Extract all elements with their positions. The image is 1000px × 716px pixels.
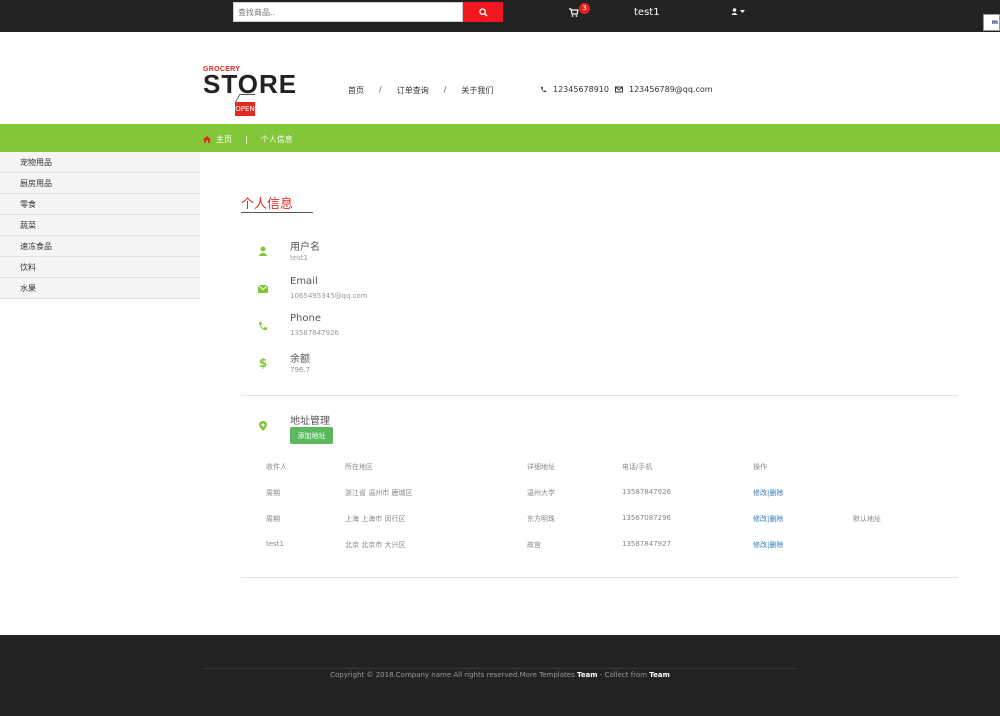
phone-icon: [256, 319, 270, 333]
user-icon: [256, 244, 270, 258]
sidebar-item-frozen[interactable]: 速冻食品: [0, 236, 200, 257]
footer-text-mid: - Collect from: [597, 671, 650, 679]
title-underline: [241, 212, 313, 213]
footer-team-link[interactable]: Team: [577, 671, 598, 679]
sidebar-item-kitchen[interactable]: 厨房用品: [0, 173, 200, 194]
sidebar-item-snacks[interactable]: 零食: [0, 194, 200, 215]
footer: Copyright © 2018.Company name All rights…: [0, 635, 1000, 716]
cell-detail: 温州大学: [527, 489, 555, 497]
footer-text-prefix: Copyright © 2018.Company name All rights…: [330, 671, 577, 679]
section-divider: [241, 395, 958, 396]
cell-phone: 13587847927: [622, 540, 671, 548]
edit-delete-link[interactable]: 修改|删除: [753, 540, 783, 550]
sidebar-item-drinks[interactable]: 饮料: [0, 257, 200, 278]
top-bar: 3 test1 m: [0, 0, 1000, 32]
address-title: 地址管理: [290, 416, 330, 427]
nav-separator: /: [443, 85, 447, 94]
floating-widget[interactable]: m: [983, 14, 1000, 31]
cart-icon: [569, 8, 579, 17]
user-icon: [731, 8, 738, 15]
table-header-phone: 电话/手机: [622, 463, 653, 471]
cell-recipient: 周期: [266, 489, 280, 497]
phone-icon: [540, 86, 547, 93]
footer-divider: [203, 668, 797, 669]
edit-delete-link[interactable]: 修改|删除: [753, 514, 783, 524]
nav-orders[interactable]: 订单查询: [397, 85, 429, 96]
cell-detail: 东方明珠: [527, 515, 555, 523]
cell-phone: 13587847926: [622, 488, 671, 496]
cell-region: 北京 北京市 大兴区: [345, 541, 406, 549]
cell-region: 上海 上海市 闵行区: [345, 515, 406, 523]
dollar-icon: $: [258, 356, 268, 370]
user-menu-toggle[interactable]: [731, 8, 745, 15]
breadcrumb: 主页 | 个人信息: [203, 134, 293, 145]
table-header-recipient: 收件人: [266, 463, 287, 471]
info-label: 用户名: [290, 242, 320, 253]
nav-about[interactable]: 关于我们: [461, 85, 493, 96]
phone-number: 12345678910: [553, 85, 609, 94]
cell-detail: 故宫: [527, 541, 541, 549]
breadcrumb-current: 个人信息: [260, 135, 293, 144]
sidebar-item-fruit[interactable]: 水果: [0, 278, 200, 299]
breadcrumb-separator: |: [245, 135, 248, 144]
nav-separator: /: [379, 85, 382, 94]
category-sidebar: 宠物用品 厨房用品 零食 蔬菜 速冻食品 饮料 水果: [0, 152, 200, 299]
logo-main-text: STORE: [203, 69, 298, 99]
page-title: 个人信息: [241, 197, 294, 212]
main-nav: 首页 / 订单查询 / 关于我们: [348, 85, 493, 96]
search-icon: [478, 7, 488, 17]
info-value: 796.7: [290, 366, 311, 374]
section-divider: [241, 577, 958, 578]
cell-recipient: 周期: [266, 515, 280, 523]
sidebar-item-pet[interactable]: 宠物用品: [0, 152, 200, 173]
info-label: 余额: [290, 354, 310, 365]
cell-recipient: test1: [266, 540, 284, 548]
cart-button[interactable]: 3: [569, 3, 591, 21]
edit-delete-link[interactable]: 修改|删除: [753, 488, 783, 498]
envelope-icon: [256, 282, 270, 296]
info-value: 13587847926: [290, 329, 339, 337]
cart-count-badge: 3: [579, 3, 590, 14]
default-address-label: 默认地址: [853, 515, 881, 523]
info-value: 1065495345@qq.com: [290, 292, 368, 300]
footer-team-link[interactable]: Team: [649, 671, 670, 679]
envelope-icon: [615, 86, 623, 93]
search-input[interactable]: [233, 2, 463, 22]
info-label: Email: [290, 276, 318, 287]
nav-home[interactable]: 首页: [348, 85, 364, 96]
email-address: 123456789@qq.com: [629, 85, 713, 94]
search-button[interactable]: [463, 2, 503, 22]
contact-phone: 12345678910: [540, 85, 609, 94]
logo-open-sign: OPEN: [235, 102, 255, 116]
breadcrumb-home[interactable]: 主页: [216, 134, 232, 145]
cell-region: 浙江省 温州市 鹿城区: [345, 489, 413, 497]
table-header-region: 所在地区: [345, 463, 373, 471]
add-address-button[interactable]: 添加地址: [290, 427, 333, 444]
username-label[interactable]: test1: [634, 7, 660, 18]
caret-down-icon: [740, 9, 745, 13]
contact-email: 123456789@qq.com: [615, 85, 713, 94]
cell-phone: 13567087296: [622, 514, 671, 522]
table-header-detail: 详细地址: [527, 463, 555, 471]
info-label: Phone: [290, 313, 321, 324]
info-value: test1: [290, 254, 308, 262]
breadcrumb-bar: [0, 124, 1000, 152]
sidebar-item-vegetables[interactable]: 蔬菜: [0, 215, 200, 236]
home-icon: [203, 136, 211, 143]
table-header-actions: 操作: [753, 463, 767, 471]
store-logo[interactable]: GROCERY STORE OPEN: [203, 66, 298, 118]
map-marker-icon: [256, 419, 270, 433]
footer-copyright: Copyright © 2018.Company name All rights…: [0, 671, 1000, 679]
